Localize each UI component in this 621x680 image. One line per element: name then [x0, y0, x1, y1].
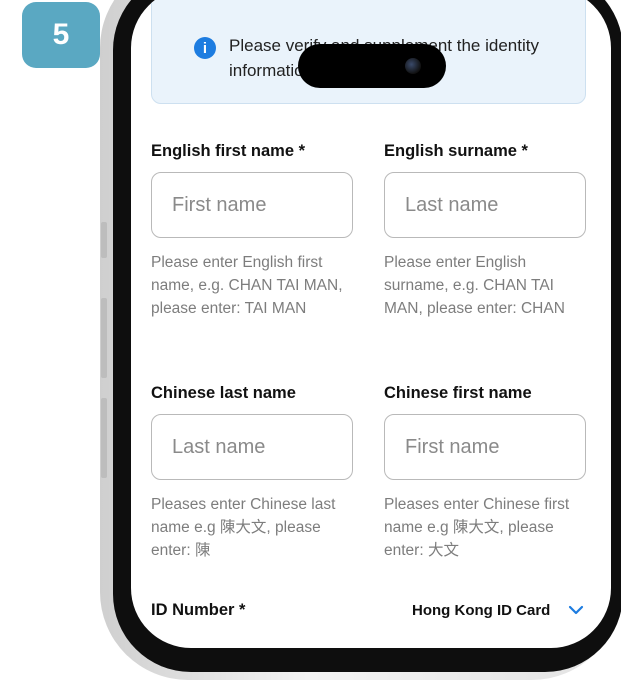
english-surname-field[interactable] — [384, 172, 586, 238]
step-number-badge: 5 — [22, 2, 100, 68]
camera-icon — [405, 58, 421, 74]
english-first-name-label: English first name * — [151, 142, 306, 160]
chinese-first-name-label: Chinese first name — [384, 384, 532, 402]
info-icon: i — [194, 37, 216, 59]
chinese-last-name-input[interactable] — [152, 434, 352, 460]
chinese-last-name-field[interactable] — [151, 414, 353, 480]
phone-screen: i Please verify and supplement the ident… — [131, 0, 611, 648]
id-type-select[interactable]: Hong Kong ID Card — [412, 602, 550, 619]
chinese-first-name-hint: Pleases enter Chinese first name e.g 陳大文… — [384, 496, 570, 559]
phone-side-button — [101, 398, 107, 478]
dynamic-island — [298, 44, 446, 88]
chevron-down-icon[interactable] — [568, 604, 584, 616]
english-first-name-input[interactable] — [152, 192, 352, 218]
phone-side-button — [101, 222, 107, 258]
english-surname-label: English surname * — [384, 142, 528, 160]
english-surname-hint: Please enter English surname, e.g. CHAN … — [384, 254, 565, 317]
english-first-name-field[interactable] — [151, 172, 353, 238]
chinese-first-name-field[interactable] — [384, 414, 586, 480]
english-first-name-hint: Please enter English first name, e.g. CH… — [151, 254, 343, 317]
english-surname-input[interactable] — [385, 192, 585, 218]
chinese-last-name-hint: Pleases enter Chinese last name e.g 陳大文,… — [151, 496, 336, 559]
phone-side-button — [101, 298, 107, 378]
chinese-last-name-label: Chinese last name — [151, 384, 296, 402]
chinese-first-name-input[interactable] — [385, 434, 585, 460]
id-number-label: ID Number * — [151, 601, 246, 619]
